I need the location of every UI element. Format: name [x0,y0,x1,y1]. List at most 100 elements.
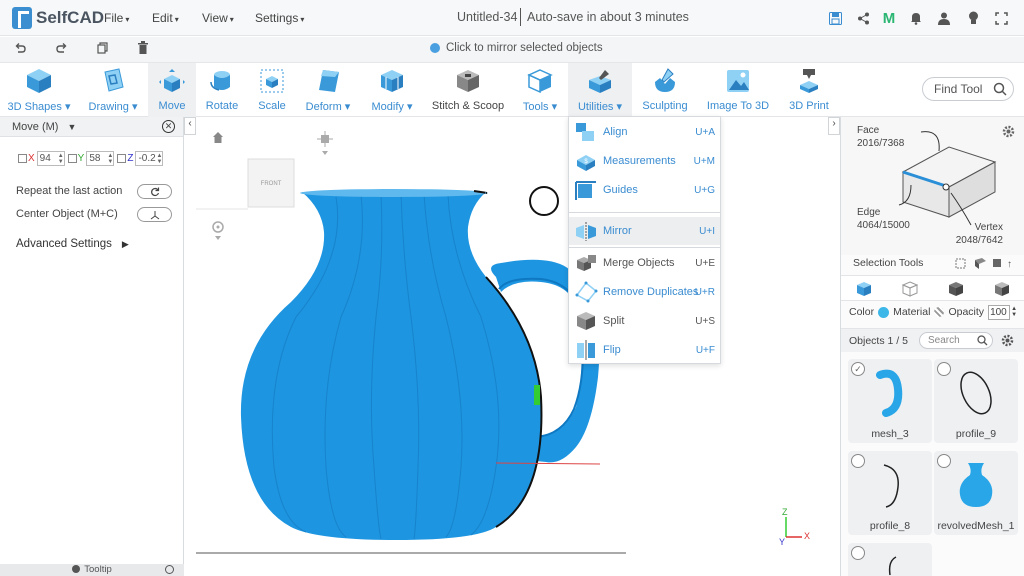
lightbulb-icon[interactable] [965,10,981,26]
axis-indicator: Z X Y [779,507,810,547]
object-card-revolvedmesh-1[interactable]: revolvedMesh_1 [934,451,1018,535]
repeat-action-button[interactable] [137,184,172,199]
advanced-settings-toggle[interactable]: Advanced Settings ▶ [16,238,129,250]
collapse-left-panel-button[interactable]: ‹ [184,117,196,135]
save-icon[interactable] [827,10,843,26]
caret-down-icon[interactable]: ▼ [68,122,77,132]
menu-item-split[interactable]: Split U+S [569,307,720,335]
menu-item-guides[interactable]: Guides U+G [569,176,720,204]
x-input[interactable]: 94 ▲ ▼ [36,151,65,166]
tooltip-label: Tooltip [84,564,112,575]
tool-scale[interactable]: Scale [248,63,296,117]
pan-icon[interactable] [317,131,333,155]
svg-text:↑: ↑ [1007,259,1012,270]
opacity-input[interactable]: 100 [988,304,1011,320]
tool-stitch-scoop[interactable]: Stitch & Scoop [428,63,508,117]
app-name: SelfCAD [36,8,105,27]
z-lock-checkbox[interactable] [117,154,127,163]
3d-viewport[interactable]: FRONT Z X Y [196,117,828,576]
bell-icon[interactable] [908,10,924,26]
tool-tools[interactable]: Tools ▾ [515,63,565,117]
fullscreen-icon[interactable] [993,10,1009,26]
menu-view[interactable]: View ▾ [202,11,234,25]
shortcut-split: U+S [695,315,715,327]
object-card-profile-8[interactable]: profile_8 [848,451,932,535]
info-circle-icon[interactable] [165,565,174,574]
object-name: profile_9 [955,428,997,440]
home-icon[interactable] [213,132,223,143]
tool-drawing-label: Drawing [88,101,129,113]
y-input[interactable]: 58 ▲ ▼ [86,151,115,166]
z-input[interactable]: -0.2 ▲ ▼ [135,151,164,166]
target-icon[interactable] [212,221,224,240]
material-icon[interactable] [934,307,945,317]
selfcad-logo[interactable]: SelfCAD [12,7,104,29]
object-card-5[interactable] [848,543,932,576]
share-icon[interactable] [855,10,871,26]
object-select-radio[interactable] [937,454,951,468]
stepper-icon[interactable]: ▲ ▼ [157,153,163,165]
find-tool-input[interactable]: Find Tool [922,77,1014,101]
gear-icon[interactable] [1002,125,1015,138]
action-hint-text: Click to mirror selected objects [446,42,603,54]
vertex-mode-tab[interactable] [979,276,1024,302]
menu-item-merge-objects-label: Merge Objects [603,257,675,269]
tooltip-bar[interactable]: Tooltip [0,564,184,576]
tool-image-to-3d[interactable]: Image To 3D [704,63,772,117]
menu-file[interactable]: File ▾ [104,11,129,25]
tool-3d-print[interactable]: 3D Print [782,63,836,117]
tool-deform[interactable]: Deform ▾ [298,63,358,117]
object-card-profile-9[interactable]: profile_9 [934,359,1018,443]
color-swatch[interactable] [878,306,890,318]
menu-item-merge-objects[interactable]: Merge Objects U+E [569,249,720,277]
undo-icon[interactable] [14,41,26,57]
copy-icon[interactable] [97,41,108,57]
object-select-radio[interactable] [851,546,865,560]
delete-icon[interactable] [138,41,148,57]
redo-icon[interactable] [56,41,68,57]
menu-item-remove-duplicates[interactable]: Remove Duplicates U+R [569,278,720,306]
selection-tool-icons[interactable]: ↑ [955,257,1019,270]
y-lock-checkbox[interactable] [67,154,77,163]
face-label: Face [857,125,880,136]
search-icon[interactable] [977,335,988,346]
tool-modify[interactable]: Modify ▾ [362,63,422,117]
menu-item-flip[interactable]: Flip U+F [569,336,720,364]
document-title[interactable]: Untitled-34 [457,10,517,24]
menu-edit-label: Edit [152,11,173,25]
gear-icon[interactable] [1001,334,1014,347]
object-mode-tab[interactable] [841,276,887,302]
menu-item-align[interactable]: Align U+A [569,118,720,146]
object-card-mesh-3[interactable]: ✓ mesh_3 [848,359,932,443]
menu-item-mirror[interactable]: Mirror U+I [569,217,720,245]
tool-move[interactable]: Move [148,63,196,117]
center-object-button[interactable] [137,207,172,222]
user-icon[interactable] [936,10,952,26]
view-cube[interactable]: FRONT [247,158,295,208]
edge-mode-tab[interactable] [933,276,979,302]
menu-edit[interactable]: Edit ▾ [152,11,179,25]
x-lock-checkbox[interactable] [18,154,27,163]
object-select-radio[interactable] [937,362,951,376]
stepper-icon[interactable]: ▲ ▼ [107,153,113,165]
tool-rotate[interactable]: Rotate [198,63,246,117]
collapse-right-panel-button[interactable]: › [828,117,840,135]
move-gizmo[interactable] [534,385,540,405]
object-search-input[interactable]: Search [919,332,993,349]
stepper-icon[interactable]: ▲ ▼ [1011,306,1017,318]
face-mode-tab[interactable] [887,276,933,302]
jug-model[interactable] [240,189,600,540]
object-select-radio[interactable]: ✓ [851,362,865,376]
object-select-radio[interactable] [851,454,865,468]
menu-item-measurements[interactable]: $ Measurements U+M [569,147,720,175]
close-icon[interactable]: ✕ [162,120,175,133]
m-icon[interactable]: M [881,10,897,27]
tool-drawing[interactable]: Drawing ▾ [78,63,148,117]
menu-settings[interactable]: Settings ▾ [255,11,304,25]
tool-utilities[interactable]: Utilities ▾ [568,63,632,117]
vertex-label: Vertex [974,222,1003,233]
tool-sculpting[interactable]: Sculpting [638,63,692,117]
search-icon[interactable] [993,82,1007,96]
tool-3d-shapes[interactable]: 3D Shapes ▾ [0,63,78,117]
stepper-icon[interactable]: ▲ ▼ [58,153,64,165]
